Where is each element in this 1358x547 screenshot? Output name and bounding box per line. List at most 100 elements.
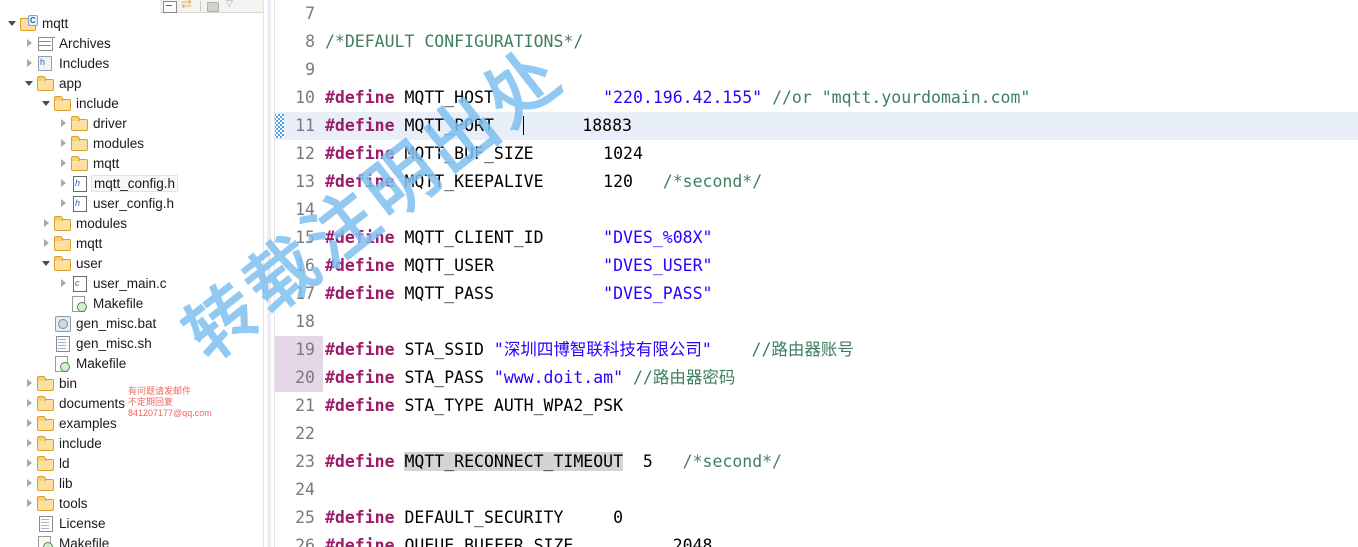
code-text[interactable]: #define MQTT_HOST "220.196.42.155" //or … <box>323 84 1358 112</box>
chevron-right-icon[interactable] <box>40 213 53 233</box>
panel-divider-sash[interactable] <box>263 0 275 547</box>
chevron-down-icon[interactable] <box>40 93 53 113</box>
tree-item-documents[interactable]: documents <box>0 393 263 413</box>
code-text[interactable]: #define MQTT_USER "DVES_USER" <box>323 252 1358 280</box>
code-line[interactable]: 18 <box>275 308 1358 336</box>
view-menu-icon[interactable] <box>205 0 220 12</box>
code-text[interactable]: #define MQTT_BUF_SIZE 1024 <box>323 140 1358 168</box>
code-text[interactable]: #define MQTT_CLIENT_ID "DVES_%08X" <box>323 224 1358 252</box>
tree-item-include[interactable]: include <box>0 93 263 113</box>
code-editor[interactable]: 7 8 /*DEFAULT CONFIGURATIONS*/ 9 10 #define M… <box>275 0 1358 547</box>
code-line[interactable]: 12 #define MQTT_BUF_SIZE 1024 <box>275 140 1358 168</box>
tree-item-makefile[interactable]: Makefile <box>0 533 263 547</box>
code-text[interactable]: #define STA_PASS "www.doit.am" //路由器密码 <box>323 364 1358 392</box>
tree-item-modules[interactable]: modules <box>0 213 263 233</box>
code-text[interactable]: #define MQTT_PASS "DVES_PASS" <box>323 280 1358 308</box>
tree-item-makefile[interactable]: Makefile <box>0 293 263 313</box>
chevron-right-icon[interactable] <box>23 373 36 393</box>
project-icon <box>19 14 39 32</box>
code-text[interactable]: #define MQTT_PORT 18883 <box>323 112 1358 140</box>
tree-item-user-config-h[interactable]: user_config.h <box>0 193 263 213</box>
chevron-right-icon[interactable] <box>23 33 36 53</box>
code-line[interactable]: 8 /*DEFAULT CONFIGURATIONS*/ <box>275 28 1358 56</box>
code-text[interactable]: #define STA_TYPE AUTH_WPA2_PSK <box>323 392 1358 420</box>
chevron-right-icon[interactable] <box>23 53 36 73</box>
chevron-right-icon[interactable] <box>23 413 36 433</box>
code-text[interactable]: #define QUEUE_BUFFER_SIZE 2048 <box>323 532 1358 547</box>
code-token-kw: #define <box>325 144 395 163</box>
tree-item-mqtt-config-h[interactable]: mqtt_config.h <box>0 173 263 193</box>
tree-item-gen-misc-sh[interactable]: gen_misc.sh <box>0 333 263 353</box>
code-text[interactable]: #define DEFAULT_SECURITY 0 <box>323 504 1358 532</box>
code-text[interactable]: #define MQTT_KEEPALIVE 120 /*second*/ <box>323 168 1358 196</box>
tree-item-examples[interactable]: examples <box>0 413 263 433</box>
tree-item-license[interactable]: License <box>0 513 263 533</box>
line-number: 22 <box>295 424 315 443</box>
line-number: 10 <box>295 88 315 107</box>
tree-item-modules[interactable]: modules <box>0 133 263 153</box>
code-line[interactable]: 11 #define MQTT_PORT 18883 <box>275 112 1358 140</box>
code-line[interactable]: 21 #define STA_TYPE AUTH_WPA2_PSK <box>275 392 1358 420</box>
tree-item-bin[interactable]: bin <box>0 373 263 393</box>
code-line[interactable]: 17 #define MQTT_PASS "DVES_PASS" <box>275 280 1358 308</box>
link-with-editor-icon[interactable] <box>181 0 196 12</box>
code-line[interactable]: 10 #define MQTT_HOST "220.196.42.155" //o… <box>275 84 1358 112</box>
line-number: 21 <box>295 396 315 415</box>
tree-item-label: Makefile <box>93 295 144 311</box>
tree-item-app[interactable]: app <box>0 73 263 93</box>
code-line[interactable]: 25 #define DEFAULT_SECURITY 0 <box>275 504 1358 532</box>
chevron-right-icon[interactable] <box>57 153 70 173</box>
chevron-right-icon[interactable] <box>23 393 36 413</box>
tree-item-tools[interactable]: tools <box>0 493 263 513</box>
chevron-right-icon[interactable] <box>40 233 53 253</box>
code-token-id: MQTT_PORT <box>394 116 524 135</box>
code-line[interactable]: 16 #define MQTT_USER "DVES_USER" <box>275 252 1358 280</box>
chevron-right-icon[interactable] <box>57 193 70 213</box>
chevron-right-icon[interactable] <box>23 433 36 453</box>
code-line[interactable]: 7 <box>275 0 1358 28</box>
chevron-down-icon[interactable] <box>40 253 53 273</box>
tree-item-gen-misc-bat[interactable]: gen_misc.bat <box>0 313 263 333</box>
tree-item-driver[interactable]: driver <box>0 113 263 133</box>
code-line[interactable]: 14 <box>275 196 1358 224</box>
tree-item-user[interactable]: user <box>0 253 263 273</box>
collapse-all-icon[interactable] <box>162 0 177 13</box>
tree-item-label: mqtt_config.h <box>91 174 179 192</box>
code-line[interactable]: 24 <box>275 476 1358 504</box>
tree-item-mqtt[interactable]: mqtt <box>0 13 263 33</box>
code-line[interactable]: 22 <box>275 420 1358 448</box>
code-text[interactable]: #define STA_SSID "深圳四博智联科技有限公司" //路由器账号 <box>323 336 1358 364</box>
chevron-right-icon[interactable] <box>57 133 70 153</box>
chevron-right-icon[interactable] <box>23 493 36 513</box>
tree-item-ld[interactable]: ld <box>0 453 263 473</box>
chevron-right-icon[interactable] <box>57 173 70 193</box>
tree-item-makefile[interactable]: Makefile <box>0 353 263 373</box>
chevron-right-icon[interactable] <box>23 453 36 473</box>
chevron-right-icon[interactable] <box>57 273 70 293</box>
tree-item-mqtt[interactable]: mqtt <box>0 233 263 253</box>
code-text[interactable]: /*DEFAULT CONFIGURATIONS*/ <box>323 28 1358 56</box>
code-line[interactable]: 20 #define STA_PASS "www.doit.am" //路由器密码 <box>275 364 1358 392</box>
code-line[interactable]: 15 #define MQTT_CLIENT_ID "DVES_%08X" <box>275 224 1358 252</box>
code-line[interactable]: 23 #define MQTT_RECONNECT_TIMEOUT 5 /*sec… <box>275 448 1358 476</box>
tree-item-archives[interactable]: Archives <box>0 33 263 53</box>
code-line[interactable]: 19 #define STA_SSID "深圳四博智联科技有限公司" //路由器账… <box>275 336 1358 364</box>
chevron-down-icon[interactable] <box>23 73 36 93</box>
tree-item-include[interactable]: include <box>0 433 263 453</box>
code-line[interactable]: 26 #define QUEUE_BUFFER_SIZE 2048 <box>275 532 1358 547</box>
project-tree[interactable]: mqtt Archives Includes app include driver modu… <box>0 13 263 547</box>
chevron-right-icon[interactable] <box>57 113 70 133</box>
minimize-icon[interactable] <box>224 0 239 12</box>
code-text[interactable]: #define MQTT_RECONNECT_TIMEOUT 5 /*secon… <box>323 448 1358 476</box>
tree-item-mqtt[interactable]: mqtt <box>0 153 263 173</box>
code-token-id: DEFAULT_SECURITY <box>394 508 614 527</box>
tree-item-user-main-c[interactable]: user_main.c <box>0 273 263 293</box>
tree-item-lib[interactable]: lib <box>0 473 263 493</box>
code-line[interactable]: 13 #define MQTT_KEEPALIVE 120 /*second*/ <box>275 168 1358 196</box>
tree-item-label: gen_misc.sh <box>76 335 152 351</box>
code-token-id: MQTT_HOST <box>394 88 604 107</box>
tree-item-includes[interactable]: Includes <box>0 53 263 73</box>
chevron-down-icon[interactable] <box>6 13 19 33</box>
code-line[interactable]: 9 <box>275 56 1358 84</box>
chevron-right-icon[interactable] <box>23 473 36 493</box>
